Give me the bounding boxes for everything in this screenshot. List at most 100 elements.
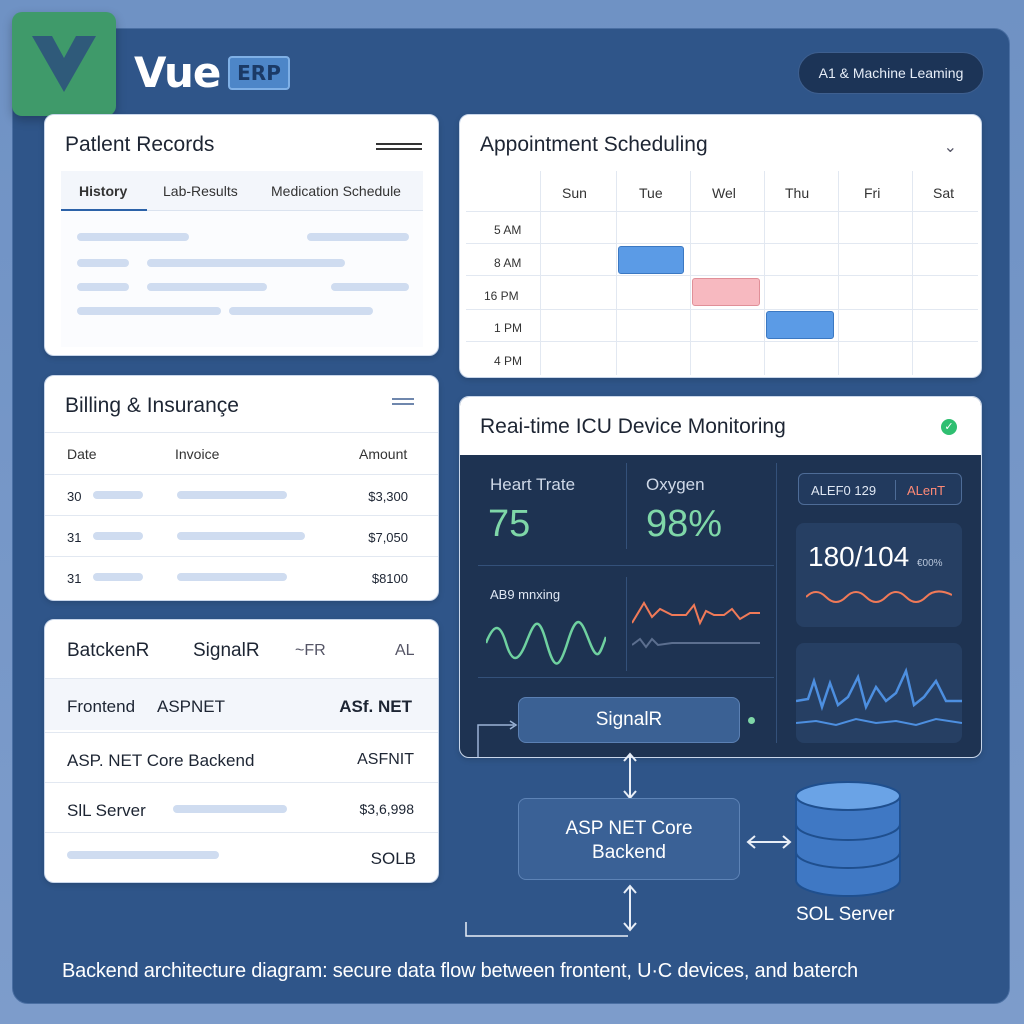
alert-id: ALEF0 129 [811, 483, 877, 498]
erp-badge: ERP [228, 56, 290, 90]
patient-records-list [61, 211, 423, 347]
placeholder-bar [177, 532, 305, 540]
placeholder-bar [173, 805, 287, 813]
bp-value: 180/104 [808, 541, 910, 572]
time-label: 8 AM [494, 256, 522, 270]
row-label: Frontend [67, 697, 136, 716]
database-icon [795, 781, 901, 897]
appointment-event[interactable] [618, 246, 684, 274]
core-backend-line2: Backend [592, 842, 666, 863]
tab-lab-results[interactable]: Lab-Results [163, 183, 238, 199]
ai-ml-pill[interactable]: A1 & Machine Leaming [798, 52, 984, 94]
heart-rate-label: Heart Trate [490, 475, 576, 494]
menu-icon[interactable] [376, 143, 422, 153]
placeholder-bar [93, 573, 143, 581]
patient-records-card: Patlent Records History Lab-Results Medi… [44, 114, 439, 356]
row-value: SOLB [370, 849, 416, 868]
menu-icon[interactable] [392, 398, 414, 408]
bp-waveform [806, 590, 952, 603]
sql-server-label: SOL Server [796, 904, 895, 925]
divider [895, 480, 896, 500]
day-header: Wel [712, 185, 736, 201]
core-backend-box[interactable]: ASP NET Core Backend [518, 798, 740, 880]
column-amount: Amount [359, 446, 408, 462]
row-date: 31 [67, 571, 82, 586]
list-item[interactable]: SOLB [45, 832, 438, 882]
row-amount: $3,300 [368, 489, 408, 504]
list-item[interactable]: ASP. NET Core Backend ASFNIT [45, 732, 438, 784]
vue-logo-icon [12, 12, 116, 116]
day-header: Tue [639, 185, 663, 201]
placeholder-bar [77, 307, 221, 315]
blood-pressure-panel: 180/104 €00% [796, 523, 962, 627]
chevron-down-icon[interactable]: ⌄ [944, 137, 957, 157]
blue-wave-panel [796, 643, 962, 743]
grid-line [838, 171, 839, 375]
card-title: Appointment Scheduling [480, 133, 708, 156]
diagram-caption: Backend architecture diagram: secure dat… [62, 960, 858, 982]
divider [478, 565, 774, 566]
grid-line [912, 171, 913, 375]
heart-rate-value: 75 [488, 503, 531, 545]
grid-line [540, 171, 541, 375]
placeholder-bar [67, 851, 219, 859]
appointment-event[interactable] [692, 278, 760, 306]
oxygen-value: 98% [646, 503, 723, 545]
divider [626, 463, 627, 549]
patient-tabs: History Lab-Results Medication Schedule [61, 171, 423, 211]
bp-unit: €00% [917, 558, 943, 569]
grid-line [764, 171, 765, 375]
row-label: ASP. NET Core Backend [67, 751, 255, 770]
signalr-button[interactable]: SignalR [518, 697, 740, 743]
row-mid: ASPNET [157, 697, 226, 716]
double-arrow-icon [746, 835, 792, 849]
alert-indicator[interactable]: ALEF0 129 ALeпT [798, 473, 962, 505]
tab-medication-schedule[interactable]: Medication Schedule [271, 183, 401, 199]
oxygen-label: Oxygen [646, 475, 705, 494]
table-row[interactable]: 31 $8100 [45, 556, 438, 596]
placeholder-bar [77, 283, 129, 291]
divider [45, 432, 438, 433]
icu-monitoring-card: Reai-time ICU Device Monitoring ✓ Heart … [459, 396, 982, 758]
list-item[interactable]: SlL Server $3,6,998 [45, 782, 438, 834]
divider [626, 577, 627, 671]
appointment-event[interactable] [766, 311, 834, 339]
placeholder-bar [147, 259, 345, 267]
placeholder-bar [93, 491, 143, 499]
table-row[interactable]: 31 $7,050 [45, 515, 438, 555]
tab-history[interactable]: History [79, 183, 127, 199]
grid-line [690, 171, 691, 375]
grid-line [466, 309, 978, 310]
double-arrow-icon [623, 752, 637, 800]
connector-arrow [477, 720, 518, 757]
day-header: Fri [864, 185, 881, 201]
brand-name: Vue [134, 48, 221, 97]
placeholder-bar [177, 491, 287, 499]
row-value: ASFNIT [357, 751, 414, 768]
time-label: 16 PM [484, 289, 519, 303]
time-label: 5 AM [494, 223, 522, 237]
row-amount: $8100 [371, 571, 408, 586]
placeholder-bar [147, 283, 267, 291]
icu-header: Reai-time ICU Device Monitoring ✓ [460, 397, 981, 455]
time-label: 1 PM [494, 321, 523, 335]
placeholder-bar [77, 259, 129, 267]
connector-arrow [465, 884, 637, 937]
divider [776, 463, 777, 743]
row-date: 30 [67, 489, 82, 504]
day-header: Sat [933, 185, 955, 201]
grid-line [466, 211, 978, 212]
table-row[interactable]: 30 $3,300 [45, 474, 438, 514]
row-date: 31 [67, 530, 82, 545]
list-item[interactable]: Frontend ASPNET ASf. NET [45, 678, 438, 730]
divider [478, 677, 774, 678]
card-title: Reai-time ICU Device Monitoring [480, 415, 786, 438]
calendar-grid: Sun Tue Wel Thu Fri Sat 5 AM 8 AM 16 PM … [466, 171, 978, 375]
header-batckenr: BatckenR [67, 640, 150, 661]
day-header: Thu [785, 185, 810, 201]
green-waveform [486, 620, 606, 665]
column-date: Date [67, 446, 97, 462]
appointment-card: Appointment Scheduling ⌄ Sun Tue Wel Thu… [459, 114, 982, 378]
ecg-waveform [632, 601, 760, 649]
backend-card: BatckenR SignalR ~FR AL Frontend ASPNET … [44, 619, 439, 883]
